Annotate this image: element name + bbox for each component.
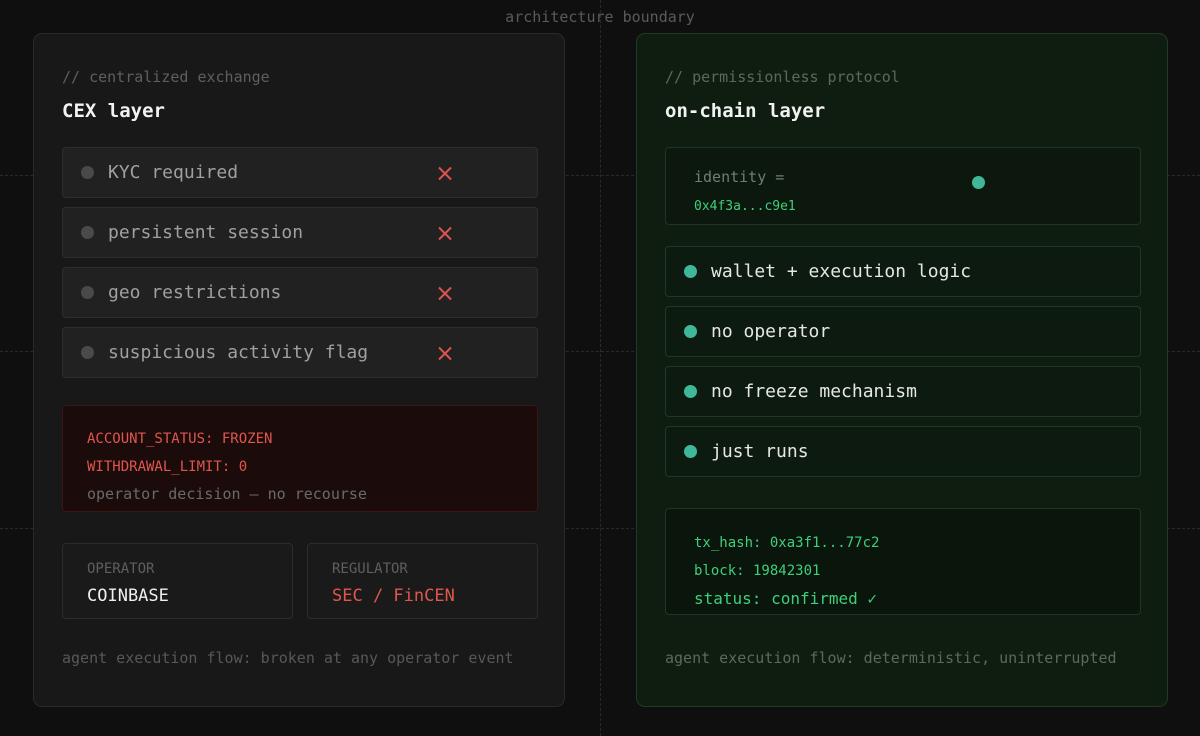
chain-item-label: no freeze mechanism	[711, 381, 917, 402]
chain-item-wallet: wallet + execution logic	[665, 246, 1141, 297]
x-mark-icon	[437, 225, 453, 241]
regulator-caption: REGULATOR	[332, 561, 408, 577]
boundary-line	[600, 0, 601, 736]
operator-caption: OPERATOR	[87, 561, 155, 577]
cex-comment: // centralized exchange	[62, 68, 270, 86]
status-dot-icon	[684, 385, 697, 398]
account-status-box: ACCOUNT_STATUS: FROZEN WITHDRAWAL_LIMIT:…	[62, 405, 538, 512]
operator-box: OPERATOR COINBASE	[62, 543, 293, 619]
identity-label: identity =	[694, 168, 785, 186]
cex-title: CEX layer	[62, 100, 165, 122]
status-dot-icon	[81, 226, 94, 239]
x-mark-icon	[437, 345, 453, 361]
identity-address: 0x4f3a...c9e1	[694, 199, 796, 214]
chain-footer: agent execution flow: deterministic, uni…	[665, 649, 1117, 667]
status-dot-icon	[684, 325, 697, 338]
tx-hash: tx_hash: 0xa3f1...77c2	[694, 535, 880, 551]
chain-item-label: wallet + execution logic	[711, 261, 972, 282]
withdrawal-limit: WITHDRAWAL_LIMIT: 0	[87, 459, 248, 475]
cex-item-label: geo restrictions	[108, 282, 282, 303]
transaction-box: tx_hash: 0xa3f1...77c2 block: 19842301 s…	[665, 508, 1141, 615]
cex-item-suspicious: suspicious activity flag	[62, 327, 538, 378]
x-mark-icon	[437, 165, 453, 181]
cex-item-label: KYC required	[108, 162, 239, 183]
cex-panel: // centralized exchange CEX layer KYC re…	[33, 33, 565, 707]
status-dot-icon	[684, 265, 697, 278]
chain-item-just-runs: just runs	[665, 426, 1141, 477]
tx-status: status: confirmed ✓	[694, 589, 878, 608]
regulator-value: SEC / FinCEN	[332, 586, 455, 606]
operator-decision-note: operator decision — no recourse	[87, 485, 367, 503]
chain-title: on-chain layer	[665, 100, 826, 122]
operator-value: COINBASE	[87, 586, 169, 606]
chain-item-no-operator: no operator	[665, 306, 1141, 357]
status-dot-icon	[684, 445, 697, 458]
cex-item-kyc: KYC required	[62, 147, 538, 198]
regulator-box: REGULATOR SEC / FinCEN	[307, 543, 538, 619]
cex-item-label: persistent session	[108, 222, 304, 243]
status-dot-icon	[81, 166, 94, 179]
cex-item-geo: geo restrictions	[62, 267, 538, 318]
chain-item-no-freeze: no freeze mechanism	[665, 366, 1141, 417]
cex-item-label: suspicious activity flag	[108, 342, 369, 363]
onchain-panel: // permissionless protocol on-chain laye…	[636, 33, 1168, 707]
block-number: block: 19842301	[694, 563, 821, 579]
status-dot-icon	[81, 346, 94, 359]
chain-comment: // permissionless protocol	[665, 68, 900, 86]
chain-item-label: just runs	[711, 441, 809, 462]
account-status: ACCOUNT_STATUS: FROZEN	[87, 431, 273, 447]
status-dot-icon	[81, 286, 94, 299]
x-mark-icon	[437, 285, 453, 301]
identity-box: identity = 0x4f3a...c9e1	[665, 147, 1141, 225]
boundary-label: architecture boundary	[505, 8, 695, 26]
cex-item-session: persistent session	[62, 207, 538, 258]
cex-footer: agent execution flow: broken at any oper…	[62, 649, 514, 667]
chain-item-label: no operator	[711, 321, 831, 342]
status-dot-icon	[972, 176, 985, 189]
architecture-diagram: architecture boundary // centralized exc…	[0, 0, 1200, 736]
